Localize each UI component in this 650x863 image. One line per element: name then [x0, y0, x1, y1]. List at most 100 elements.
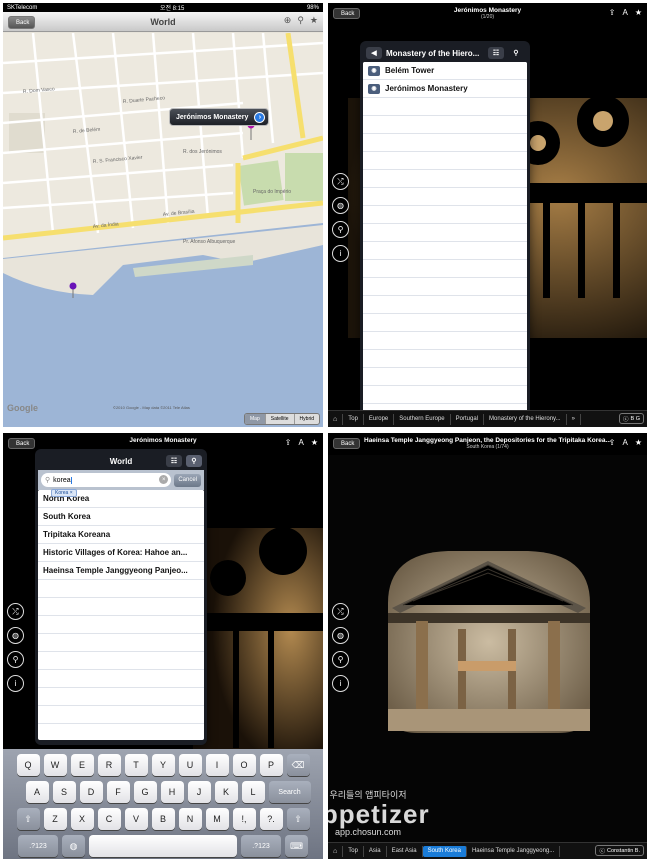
shuffle-icon[interactable]: ⤮ — [332, 603, 349, 620]
shuffle-icon[interactable]: ⤮ — [7, 603, 24, 620]
cancel-button[interactable]: Cancel — [174, 473, 201, 487]
star-icon[interactable]: ★ — [635, 8, 642, 17]
clear-icon[interactable]: × — [159, 475, 169, 484]
crumb[interactable]: Asia — [364, 845, 387, 857]
home-icon[interactable]: ⌂ — [328, 845, 344, 857]
back-button[interactable]: Back — [8, 438, 36, 449]
tower-pin[interactable] — [69, 282, 77, 290]
search-icon[interactable]: ⚲ — [297, 15, 304, 26]
list-item[interactable]: Historic Villages of Korea: Hahoe an... — [38, 544, 204, 562]
globe-icon[interactable]: ◍ — [332, 627, 349, 644]
crumb-active[interactable]: South Korea — [422, 845, 467, 857]
key-g[interactable]: G — [133, 781, 157, 803]
map-view[interactable]: Av. da Índia Av. de Brasília R. de Belém… — [3, 33, 323, 427]
crumb[interactable]: Haeinsa Temple Janggyeong... — [467, 845, 561, 857]
key-c[interactable]: C — [97, 808, 121, 830]
list-item[interactable]: ◉ Jerónimos Monastery — [363, 80, 527, 98]
share-icon[interactable]: ⇪ — [609, 8, 616, 17]
search-icon[interactable]: ⚲ — [186, 455, 202, 467]
key-period[interactable]: ?. — [259, 808, 283, 830]
info-icon[interactable]: i — [332, 675, 349, 692]
key-h[interactable]: H — [160, 781, 184, 803]
back-button[interactable]: Back — [8, 16, 36, 29]
key-l[interactable]: L — [241, 781, 265, 803]
info-icon[interactable]: i — [7, 675, 24, 692]
key-o[interactable]: O — [232, 754, 256, 776]
zoom-icon[interactable]: ⚲ — [332, 221, 349, 238]
back-button[interactable]: Back — [333, 8, 361, 19]
map-type-satellite[interactable]: Satellite — [264, 414, 294, 424]
key-f[interactable]: F — [106, 781, 130, 803]
key-w[interactable]: W — [43, 754, 67, 776]
share-icon[interactable]: ⇪ — [285, 438, 292, 447]
key-e[interactable]: E — [70, 754, 94, 776]
key-q[interactable]: Q — [16, 754, 40, 776]
font-icon[interactable]: A — [298, 438, 303, 447]
search-icon[interactable]: ⚲ — [508, 47, 524, 59]
key-x[interactable]: X — [70, 808, 94, 830]
list-icon[interactable]: ☷ — [166, 455, 182, 467]
globe-key[interactable]: ◍ — [62, 835, 85, 857]
list-item[interactable]: South Korea — [38, 508, 204, 526]
key-a[interactable]: A — [25, 781, 49, 803]
key-r[interactable]: R — [97, 754, 121, 776]
shift-key[interactable]: ⇧ — [286, 808, 310, 830]
globe-icon[interactable]: ◍ — [7, 627, 24, 644]
list-item[interactable]: ◉ Belém Tower — [363, 62, 527, 80]
share-icon[interactable]: ⇪ — [609, 438, 616, 447]
zoom-icon[interactable]: ⚲ — [7, 651, 24, 668]
key-t[interactable]: T — [124, 754, 148, 776]
home-icon[interactable]: ⌂ — [328, 413, 344, 425]
key-p[interactable]: P — [259, 754, 283, 776]
more-icon[interactable]: » — [567, 413, 581, 425]
crumb[interactable]: Top — [343, 413, 364, 425]
number-key[interactable]: .?123 — [241, 835, 281, 857]
back-arrow-icon[interactable]: ◀ — [366, 47, 382, 59]
key-i[interactable]: I — [205, 754, 229, 776]
back-button[interactable]: Back — [333, 438, 361, 449]
crumb[interactable]: East Asia — [387, 845, 423, 857]
star-icon[interactable]: ★ — [311, 438, 318, 447]
list-item[interactable]: Tripitaka Koreana — [38, 526, 204, 544]
key-m[interactable]: M — [205, 808, 229, 830]
map-type-hybrid[interactable]: Hybrid — [293, 414, 319, 424]
crumb[interactable]: Monastery of the Hierony... — [484, 413, 567, 425]
map-type-map[interactable]: Map — [245, 414, 265, 424]
crumb[interactable]: Top — [343, 845, 364, 857]
key-s[interactable]: S — [52, 781, 76, 803]
key-b[interactable]: B — [151, 808, 175, 830]
list-icon[interactable]: ☷ — [488, 47, 504, 59]
globe-icon[interactable]: ◍ — [332, 197, 349, 214]
backspace-key[interactable]: ⌫ — [286, 754, 310, 776]
keyboard-hide-key[interactable]: ⌨ — [285, 835, 308, 857]
number-key[interactable]: .?123 — [18, 835, 58, 857]
photo-credit[interactable]: ⓒ Constantin B. — [595, 845, 644, 856]
autocomplete-token[interactable]: Korea × — [51, 489, 77, 497]
key-u[interactable]: U — [178, 754, 202, 776]
list-item[interactable]: Haeinsa Temple Janggyeong Panjeo... — [38, 562, 204, 580]
star-icon[interactable]: ★ — [310, 15, 318, 26]
font-icon[interactable]: A — [622, 438, 627, 447]
shift-key[interactable]: ⇧ — [16, 808, 40, 830]
crumb[interactable]: Southern Europe — [394, 413, 451, 425]
key-n[interactable]: N — [178, 808, 202, 830]
shuffle-icon[interactable]: ⤮ — [332, 173, 349, 190]
info-icon[interactable]: i — [332, 245, 349, 262]
locate-icon[interactable]: ⊕ — [284, 15, 292, 26]
key-v[interactable]: V — [124, 808, 148, 830]
star-icon[interactable]: ★ — [635, 438, 642, 447]
space-key[interactable] — [89, 835, 237, 857]
font-icon[interactable]: A — [622, 8, 627, 17]
key-k[interactable]: K — [214, 781, 238, 803]
key-d[interactable]: D — [79, 781, 103, 803]
photo-credit[interactable]: ⓒ B G — [619, 413, 644, 424]
disclosure-icon[interactable]: › — [254, 112, 266, 123]
key-comma[interactable]: !, — [232, 808, 256, 830]
crumb[interactable]: Portugal — [451, 413, 485, 425]
crumb[interactable]: Europe — [364, 413, 395, 425]
search-input[interactable]: ⚲ korea × — [41, 473, 172, 487]
key-y[interactable]: Y — [151, 754, 175, 776]
key-z[interactable]: Z — [43, 808, 67, 830]
zoom-icon[interactable]: ⚲ — [332, 651, 349, 668]
key-j[interactable]: J — [187, 781, 211, 803]
